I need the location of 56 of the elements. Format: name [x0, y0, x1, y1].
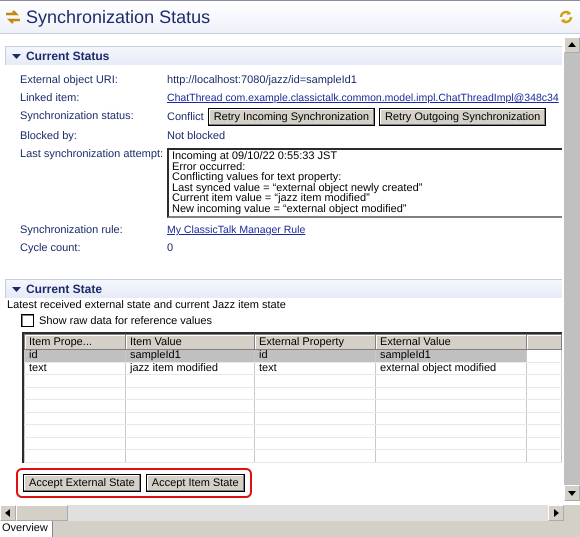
field-label: Linked item:	[20, 91, 80, 106]
sync-icon	[4, 8, 22, 26]
field-label: Synchronization rule:	[20, 223, 124, 238]
scroll-down-icon[interactable]	[568, 489, 576, 497]
log-line: Conflicting values for text property:	[172, 172, 342, 183]
field-value: http://localhost:7080/jazz/id=sampleId1	[167, 74, 357, 86]
retry-button[interactable]: Retry Incoming Synchronization	[208, 108, 375, 126]
expanded-triangle-icon[interactable]	[12, 52, 21, 60]
table-cell: sampleId1	[376, 350, 526, 362]
field-label: Last synchronization attempt:	[20, 147, 164, 162]
scroll-thumb[interactable]	[16, 505, 68, 521]
editor-title: Synchronization Status	[26, 6, 212, 28]
scroll-right-icon[interactable]	[552, 509, 560, 517]
log-text-area[interactable]	[167, 148, 562, 218]
log-line: Last synced value = “external object newly created”	[172, 182, 424, 194]
column-header[interactable]: External Value	[376, 334, 526, 350]
overview-tab[interactable]: Overview	[0, 521, 53, 537]
checkbox[interactable]	[21, 314, 34, 327]
section-description: Latest received external state and current Jazz item state	[6, 298, 287, 312]
checkbox-label: Show raw data for reference values	[39, 314, 212, 326]
log-line: Incoming at 09/10/22 0:55:33 JST	[172, 151, 338, 162]
retry-button[interactable]: Retry Outgoing Synchronization	[378, 108, 546, 126]
column-header[interactable]: Item Value	[126, 334, 254, 350]
vertical-scrollbar[interactable]	[564, 37, 580, 501]
accept-button[interactable]: Accept Item State	[146, 474, 245, 492]
field-label: Cycle count:	[20, 241, 82, 256]
table-cell: id	[24, 350, 126, 362]
section-header[interactable]: Current State	[5, 279, 562, 298]
table-cell: id	[254, 350, 376, 362]
table-row[interactable]: id sampleId1 id sampleId1	[24, 350, 562, 362]
accept-button[interactable]: Accept External State	[23, 474, 141, 492]
scroll-left-icon[interactable]	[4, 509, 12, 517]
field-label: Blocked by:	[20, 129, 78, 144]
table-cell: text	[254, 362, 376, 374]
log-line: Current item value = “jazz item modified”	[172, 193, 370, 204]
expanded-triangle-icon[interactable]	[12, 284, 21, 294]
column-header[interactable]: External Property	[254, 334, 376, 350]
table-cell: sampleId1	[126, 350, 254, 362]
table-cell: text	[24, 362, 126, 374]
log-line: New incoming value = “external object modified”	[172, 204, 408, 215]
table-row[interactable]: text jazz item modified text external object modified	[24, 362, 562, 374]
field-label: External object URI:	[20, 73, 119, 88]
item-link[interactable]: ChatThread com.example.classictalk.common.model.impl.ChatThreadImpl@348c34	[167, 92, 559, 104]
field-label: Synchronization status:	[20, 109, 135, 124]
horizontal-scrollbar[interactable]	[0, 505, 580, 521]
data-table[interactable]: Item Prope... Item Value External Property External Value id sampleId1 id sampleId1 text jazz item modified text external object modified	[22, 332, 562, 462]
section-header[interactable]: Current Status	[5, 46, 562, 65]
log-line: Error occurred:	[172, 162, 246, 172]
table-cell: external object modified	[376, 362, 526, 374]
field-value: Not blocked	[167, 130, 226, 142]
scroll-up-icon[interactable]	[568, 41, 576, 49]
item-link[interactable]: My ClassicTalk Manager Rule	[167, 224, 306, 236]
table-cell: jazz item modified	[126, 362, 254, 374]
status-value: Conflict	[167, 111, 204, 123]
field-value: 0	[167, 242, 174, 254]
column-header[interactable]: Item Prope...	[24, 334, 126, 350]
